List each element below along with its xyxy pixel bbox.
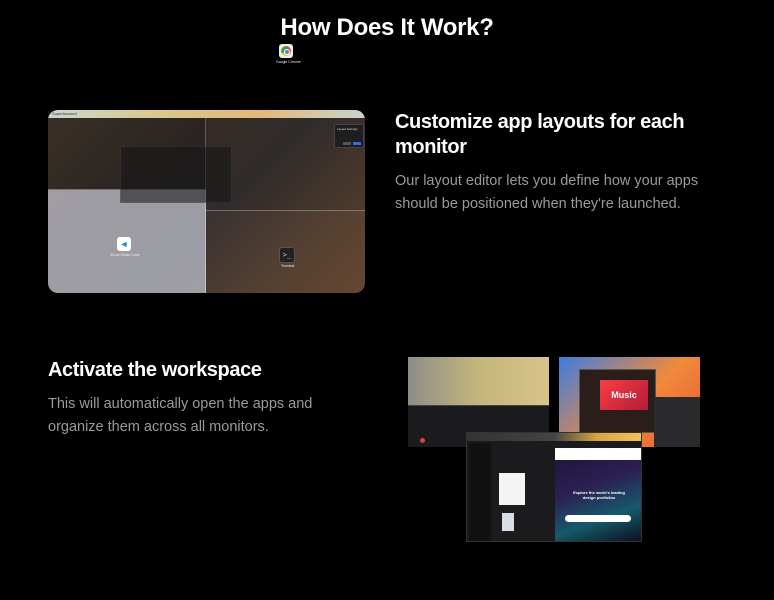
page-title: How Does It Work? — [280, 14, 494, 41]
layout-editor-screenshot: Superfocused — [48, 110, 365, 293]
terminal-icon: >_ — [279, 247, 295, 263]
chrome-icon — [279, 44, 293, 58]
design-canvas-thumb — [502, 513, 514, 531]
popup-title: Layout Settings — [337, 127, 358, 131]
desktop-wallpaper — [408, 357, 549, 405]
vscode-icon: ◄ — [117, 237, 131, 251]
screenshot-menubar: Superfocused — [48, 110, 365, 118]
terminal-label: Terminal — [281, 264, 295, 268]
popup-cancel-button — [343, 142, 351, 145]
monitor-center-screenshot: Explore the world's leading design portf… — [466, 432, 642, 542]
feature-activate: Activate the workspace This will automat… — [48, 358, 368, 439]
record-icon — [420, 438, 425, 443]
browser-window: Explore the world's leading design portf… — [555, 448, 641, 541]
popup-save-button — [353, 142, 361, 145]
file-sidebar — [469, 443, 491, 541]
web-search-bar — [565, 515, 631, 522]
side-window — [654, 397, 700, 447]
music-app-window: Music — [579, 369, 656, 433]
feature-description: This will automatically open the apps an… — [48, 396, 313, 435]
browser-navbar — [555, 448, 641, 460]
feature-customize: Customize app layouts for each monitor O… — [395, 110, 725, 216]
feature-heading: Activate the workspace — [48, 359, 262, 381]
screenshot-menubar — [467, 433, 641, 441]
music-banner: Music — [600, 380, 648, 410]
chrome-label: Google Chrome — [276, 60, 301, 64]
feature-heading: Customize app layouts for each monitor — [395, 111, 685, 158]
feature-description: Our layout editor lets you define how yo… — [395, 173, 699, 212]
layout-settings-popup: Layout Settings — [334, 124, 364, 148]
web-hero-title: Explore the world's leading design portf… — [573, 490, 625, 500]
vscode-label: Visual Studio Code — [110, 253, 140, 257]
design-canvas — [499, 473, 525, 505]
background-window — [120, 146, 232, 203]
